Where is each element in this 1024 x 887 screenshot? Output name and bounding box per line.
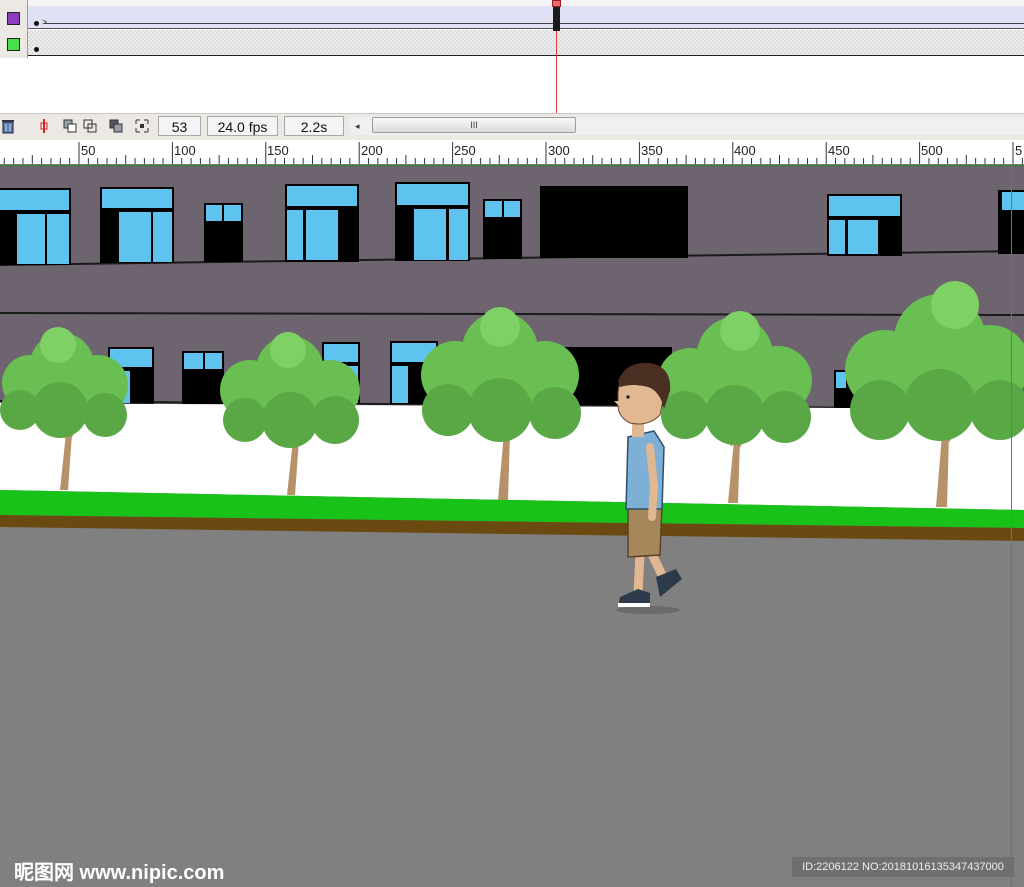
tween-arrow-icon: >: [42, 17, 48, 27]
trash-icon[interactable]: [0, 118, 16, 134]
layer-icon-column: [0, 0, 28, 58]
window: [0, 188, 71, 265]
ruler-label: 150: [267, 143, 289, 158]
stage-canvas[interactable]: [0, 165, 1024, 887]
window: [483, 199, 522, 259]
site-watermark: 昵图网 www.nipic.com: [14, 862, 225, 884]
ruler-label: 400: [734, 143, 756, 158]
window: [100, 187, 174, 263]
window: [395, 182, 470, 261]
layer-1-keyframe[interactable]: [34, 21, 39, 26]
ruler-label: 5: [1015, 143, 1023, 158]
current-frame-field[interactable]: 53: [158, 116, 201, 136]
window: [285, 184, 359, 262]
layer-2-frames[interactable]: [28, 30, 1024, 56]
elapsed-time-field[interactable]: 2.2s: [284, 116, 344, 136]
modify-markers-icon[interactable]: [134, 118, 150, 134]
timeline-toolbar: 53 24.0 fps 2.2s ◂ III: [0, 113, 1024, 140]
layer-2-color-swatch[interactable]: [7, 38, 20, 51]
ruler-label: 350: [641, 143, 663, 158]
ruler-label: 100: [174, 143, 196, 158]
ruler-label: 250: [454, 143, 476, 158]
center-frame-icon[interactable]: [36, 118, 52, 134]
edit-multiple-frames-icon[interactable]: [108, 118, 124, 134]
playhead-frame-marker: [553, 7, 560, 31]
ruler-ticks: [3, 142, 1023, 164]
layer-1-tween-line: [44, 23, 1024, 24]
layer-2-keyframe[interactable]: [34, 47, 39, 52]
window: [827, 194, 902, 256]
playhead-handle[interactable]: [552, 0, 561, 7]
scroll-left-arrow-icon[interactable]: ◂: [355, 121, 360, 132]
ruler-label: 200: [361, 143, 383, 158]
window: [204, 203, 243, 262]
frame-rate-field[interactable]: 24.0 fps: [207, 116, 278, 136]
dark-window-opening: [540, 186, 688, 258]
ruler-label: 50: [81, 143, 96, 158]
ruler-label: 450: [828, 143, 850, 158]
scrollbar-thumb[interactable]: III: [372, 117, 576, 133]
layer-1-color-swatch[interactable]: [7, 12, 20, 25]
ruler-label: 500: [921, 143, 943, 158]
onion-skin-icon[interactable]: [62, 118, 78, 134]
window: [182, 351, 224, 404]
timeline-panel: > 53 24.0 fps 2.2s ◂ III: [0, 0, 1024, 140]
timeline-empty-area[interactable]: [28, 57, 1024, 113]
image-id-watermark: ID:2206122 NO:20181016135347437000: [792, 857, 1014, 877]
onion-skin-outlines-icon[interactable]: [82, 118, 98, 134]
ruler-label: 300: [548, 143, 570, 158]
layer-1-frames[interactable]: [28, 6, 1024, 29]
horizontal-ruler: 50 100 150 200 250 300 350 400 450 500 5: [0, 140, 1024, 165]
stage-guide-line: [1011, 165, 1012, 887]
